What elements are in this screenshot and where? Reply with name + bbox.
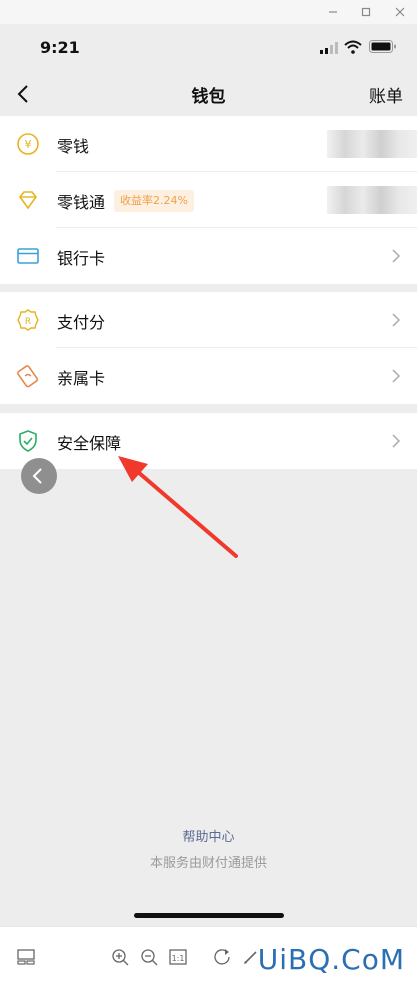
viewer-toolbar: 1:1 UiBQ.CoM <box>0 926 417 988</box>
rotate-icon[interactable] <box>212 947 232 967</box>
svg-text:1:1: 1:1 <box>172 954 185 963</box>
zoom-in-icon[interactable] <box>110 947 130 967</box>
minimize-icon[interactable] <box>325 4 341 20</box>
phone-screen: 9:21 钱包 账单 ¥ 零钱 零钱通 收益率2.24% 银行卡 R 支付分 亲… <box>0 24 417 926</box>
site-watermark: UiBQ.CoM <box>257 943 405 976</box>
thumbnail-view-icon[interactable] <box>16 947 36 967</box>
annotation-arrow <box>118 456 238 558</box>
help-center-link[interactable]: 帮助中心 <box>0 826 417 845</box>
actual-size-icon[interactable]: 1:1 <box>168 947 188 967</box>
window-titlebar <box>0 0 417 24</box>
zoom-out-icon[interactable] <box>139 947 159 967</box>
close-icon[interactable] <box>392 4 408 20</box>
maximize-icon[interactable] <box>358 4 374 20</box>
home-indicator[interactable] <box>134 913 284 918</box>
provider-note: 本服务由财付通提供 <box>149 856 267 871</box>
